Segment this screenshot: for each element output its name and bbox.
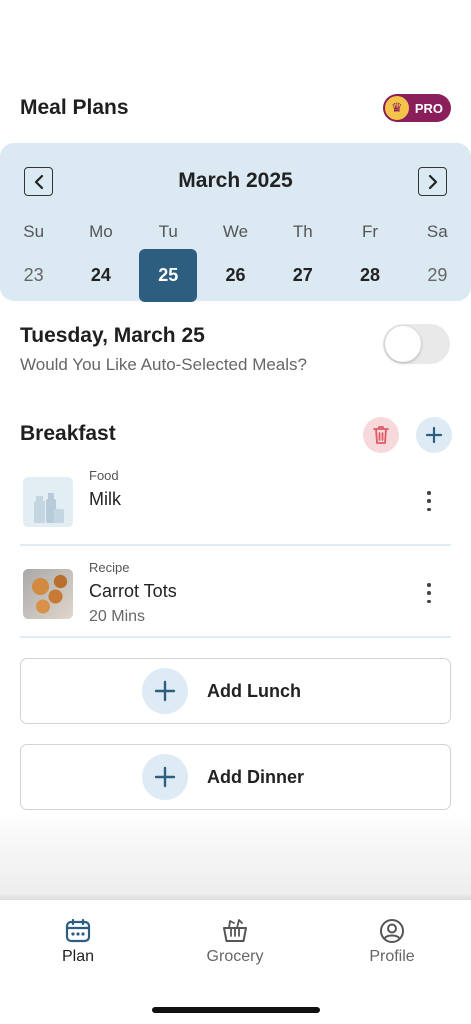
day-name: Th: [292, 222, 313, 241]
tabbar-shadow: [0, 812, 471, 900]
day-name: Sa: [426, 222, 448, 241]
day-name: Tu: [158, 222, 178, 241]
more-dot: [427, 507, 431, 511]
tab-grocery[interactable]: Grocery: [175, 916, 295, 966]
selected-date-heading: Tuesday, March 25: [20, 324, 205, 347]
day-wednesday[interactable]: We 26: [202, 221, 269, 302]
meal-item-name: Milk: [89, 489, 121, 509]
meal-item-type: Food: [89, 468, 119, 483]
profile-icon: [380, 919, 404, 943]
pro-badge[interactable]: ♛ PRO: [382, 94, 451, 122]
add-dinner-button[interactable]: Add Dinner: [20, 744, 451, 810]
pro-label: PRO: [414, 100, 443, 116]
day-number: 29: [427, 265, 448, 285]
more-options-button[interactable]: [419, 579, 439, 607]
meal-item-duration: 20 Mins: [89, 608, 146, 625]
toggle-knob: [385, 326, 421, 362]
bottom-tab-bar: Plan Grocery Profile: [0, 900, 471, 1024]
trash-icon: [373, 426, 389, 444]
add-lunch-label: Add Lunch: [207, 680, 301, 701]
delete-breakfast-button[interactable]: [363, 417, 399, 453]
day-name: Fr: [362, 222, 379, 241]
recipe-thumbnail: [23, 569, 73, 619]
day-name: We: [222, 222, 249, 241]
tab-label: Grocery: [206, 948, 264, 965]
month-title: March 2025: [178, 169, 293, 192]
day-number: 23: [23, 265, 44, 285]
day-number: 28: [360, 265, 381, 285]
chevron-right-icon: [428, 174, 437, 189]
calendar-icon: [65, 918, 91, 943]
day-number: 26: [225, 265, 246, 285]
more-dot: [427, 599, 431, 603]
day-tuesday[interactable]: Tu 25: [135, 221, 202, 302]
tab-label: Plan: [61, 948, 95, 965]
next-week-button[interactable]: [418, 167, 447, 196]
more-dot: [427, 499, 431, 503]
week-row: Su 23 Mo 24 Tu 25 We 26 Th 27 Fr 28 Sa 2…: [0, 221, 471, 302]
meal-item-type: Recipe: [89, 560, 130, 575]
auto-select-toggle[interactable]: [383, 324, 450, 364]
crown-icon: ♛: [384, 96, 409, 120]
breakfast-title: Breakfast: [20, 422, 116, 445]
day-name: Su: [23, 222, 45, 241]
more-dot: [427, 491, 431, 495]
tab-label: Profile: [369, 948, 415, 965]
more-dot: [427, 583, 431, 587]
week-calendar: March 2025 Su 23 Mo 24 Tu 25 We 26 Th 27…: [0, 143, 471, 302]
plus-icon: [142, 668, 188, 714]
more-options-button[interactable]: [419, 487, 439, 515]
day-friday[interactable]: Fr 28: [336, 221, 403, 302]
home-indicator: [152, 1007, 320, 1013]
grocery-basket-icon: [223, 919, 247, 942]
day-name: Mo: [89, 222, 113, 241]
more-dot: [427, 591, 431, 595]
meal-item-milk[interactable]: Food Milk: [20, 456, 451, 546]
add-dinner-label: Add Dinner: [207, 766, 304, 787]
selected-day-number: 25: [139, 249, 198, 302]
tab-plan[interactable]: Plan: [18, 918, 138, 966]
header: Meal Plans ♛ PRO: [20, 92, 451, 124]
meal-item-carrot-tots[interactable]: Recipe Carrot Tots 20 Mins: [20, 548, 451, 638]
plus-icon: [142, 754, 188, 800]
add-lunch-button[interactable]: Add Lunch: [20, 658, 451, 724]
tab-profile[interactable]: Profile: [332, 918, 452, 966]
day-saturday[interactable]: Sa 29: [404, 221, 471, 302]
food-thumbnail: [23, 477, 73, 527]
day-monday[interactable]: Mo 24: [67, 221, 134, 302]
page-title: Meal Plans: [20, 96, 129, 119]
auto-select-question: Would You Like Auto-Selected Meals?: [20, 355, 307, 374]
day-thursday[interactable]: Th 27: [269, 221, 336, 302]
day-sunday[interactable]: Su 23: [0, 221, 67, 302]
day-number: 24: [90, 265, 111, 285]
add-breakfast-item-button[interactable]: [416, 417, 452, 453]
plus-icon: [425, 426, 443, 444]
meal-item-name: Carrot Tots: [89, 581, 177, 601]
groceries-icon: [34, 493, 64, 523]
day-number: 27: [292, 265, 313, 285]
